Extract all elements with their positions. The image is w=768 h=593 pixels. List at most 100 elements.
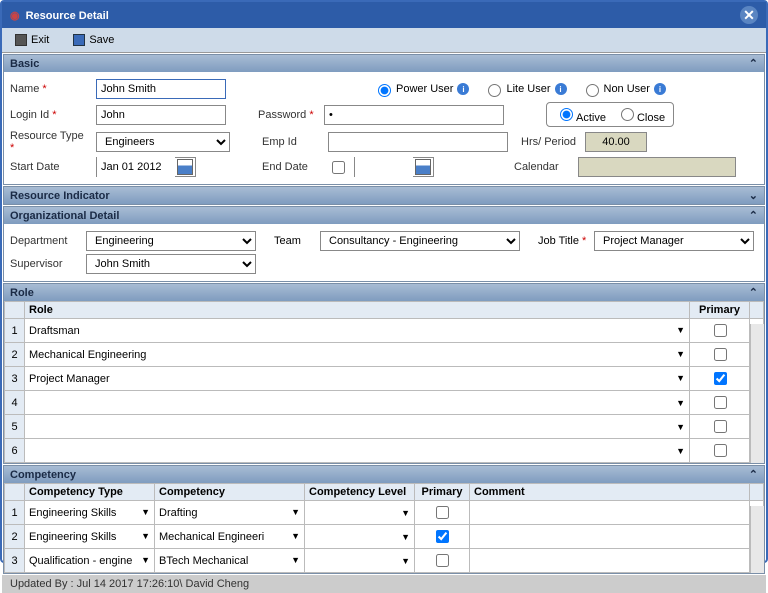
- org-panel: Organizational Detail ⌃ Department Engin…: [3, 206, 765, 282]
- toolbar: Exit Save: [2, 28, 766, 53]
- dept-select[interactable]: Engineering: [86, 231, 256, 251]
- title-label: Job Title *: [538, 235, 588, 247]
- row-number: 2: [5, 343, 25, 367]
- chevron-down-icon[interactable]: ▼: [676, 325, 685, 335]
- info-icon[interactable]: i: [457, 83, 469, 95]
- power-user-radio[interactable]: Power Useri: [373, 81, 469, 97]
- table-row: 4▼: [5, 391, 764, 415]
- comp-type-cell[interactable]: Engineering Skills▼: [25, 525, 155, 549]
- primary-checkbox[interactable]: [714, 348, 727, 361]
- role-header-label: Role: [10, 287, 34, 299]
- role-cell[interactable]: Mechanical Engineering▼: [25, 343, 690, 367]
- comp-level-cell[interactable]: ▼: [305, 501, 415, 525]
- comp-cell[interactable]: Drafting▼: [155, 501, 305, 525]
- comp-header-label: Competency: [10, 469, 76, 481]
- sup-label: Supervisor: [10, 258, 80, 270]
- end-date-enable-checkbox[interactable]: [332, 161, 345, 174]
- save-button[interactable]: Save: [66, 31, 121, 49]
- hrs-input: [585, 132, 647, 152]
- primary-checkbox[interactable]: [714, 420, 727, 433]
- table-row: 1Draftsman▼: [5, 319, 764, 343]
- indicator-header: Resource Indicator ⌄: [4, 187, 764, 204]
- team-select[interactable]: Consultancy - Engineering: [320, 231, 520, 251]
- start-date-input[interactable]: [96, 157, 196, 177]
- chevron-down-icon[interactable]: ▼: [141, 507, 150, 517]
- basic-header: Basic ⌃: [4, 55, 764, 72]
- info-icon[interactable]: i: [654, 83, 666, 95]
- close-icon[interactable]: ✕: [740, 6, 758, 24]
- close-radio[interactable]: Close: [616, 105, 665, 124]
- role-cell[interactable]: Project Manager▼: [25, 367, 690, 391]
- chevron-down-icon[interactable]: ▼: [401, 508, 410, 518]
- primary-col-header: Primary: [690, 302, 750, 319]
- active-radio[interactable]: Active: [555, 105, 606, 124]
- exit-button[interactable]: Exit: [8, 31, 56, 49]
- login-label: Login Id *: [10, 109, 90, 121]
- role-header: Role ⌃: [4, 284, 764, 301]
- table-row: 5▼: [5, 415, 764, 439]
- primary-checkbox[interactable]: [714, 324, 727, 337]
- chevron-down-icon[interactable]: ▼: [291, 531, 300, 541]
- expand-icon[interactable]: ⌄: [749, 189, 758, 202]
- comment-cell[interactable]: [470, 549, 750, 573]
- collapse-icon[interactable]: ⌃: [749, 468, 758, 481]
- restype-select[interactable]: Engineers: [96, 132, 230, 152]
- primary-checkbox[interactable]: [714, 372, 727, 385]
- role-cell[interactable]: ▼: [25, 439, 690, 463]
- table-row: 2Mechanical Engineering▼: [5, 343, 764, 367]
- primary-checkbox[interactable]: [714, 444, 727, 457]
- comment-cell[interactable]: [470, 501, 750, 525]
- title-select[interactable]: Project Manager: [594, 231, 754, 251]
- scrollbar[interactable]: [750, 324, 764, 463]
- end-date-input[interactable]: [354, 157, 434, 177]
- role-cell[interactable]: ▼: [25, 391, 690, 415]
- chevron-down-icon[interactable]: ▼: [676, 422, 685, 432]
- collapse-icon[interactable]: ⌃: [749, 57, 758, 70]
- row-number: 5: [5, 415, 25, 439]
- role-cell[interactable]: Draftsman▼: [25, 319, 690, 343]
- chevron-down-icon[interactable]: ▼: [401, 532, 410, 542]
- comp-level-cell[interactable]: ▼: [305, 525, 415, 549]
- chevron-down-icon[interactable]: ▼: [676, 398, 685, 408]
- role-col-header: Role: [25, 302, 690, 319]
- chevron-down-icon[interactable]: ▼: [291, 555, 300, 565]
- collapse-icon[interactable]: ⌃: [749, 286, 758, 299]
- basic-header-label: Basic: [10, 58, 39, 70]
- chevron-down-icon[interactable]: ▼: [291, 507, 300, 517]
- chevron-down-icon[interactable]: ▼: [141, 531, 150, 541]
- password-input[interactable]: [324, 105, 504, 125]
- comp-level-cell[interactable]: ▼: [305, 549, 415, 573]
- calendar-icon[interactable]: [415, 159, 431, 175]
- comp-cell[interactable]: Mechanical Engineeri▼: [155, 525, 305, 549]
- info-icon[interactable]: i: [555, 83, 567, 95]
- empid-input[interactable]: [328, 132, 508, 152]
- team-label: Team: [274, 235, 314, 247]
- sup-select[interactable]: John Smith: [86, 254, 256, 274]
- chevron-down-icon[interactable]: ▼: [401, 556, 410, 566]
- row-number: 1: [5, 319, 25, 343]
- primary-checkbox[interactable]: [436, 506, 449, 519]
- comp-cell[interactable]: BTech Mechanical▼: [155, 549, 305, 573]
- chevron-down-icon[interactable]: ▼: [676, 349, 685, 359]
- chevron-down-icon[interactable]: ▼: [141, 555, 150, 565]
- collapse-icon[interactable]: ⌃: [749, 209, 758, 222]
- login-input[interactable]: [96, 105, 226, 125]
- primary-checkbox[interactable]: [436, 530, 449, 543]
- row-number: 6: [5, 439, 25, 463]
- non-user-radio[interactable]: Non Useri: [581, 81, 666, 97]
- comp-type-cell[interactable]: Qualification - engine▼: [25, 549, 155, 573]
- primary-checkbox[interactable]: [436, 554, 449, 567]
- basic-panel: Basic ⌃ Name * Power Useri Lite Useri No…: [3, 54, 765, 185]
- comment-cell[interactable]: [470, 525, 750, 549]
- comp-type-cell[interactable]: Engineering Skills▼: [25, 501, 155, 525]
- comp-panel: Competency ⌃ Competency Type Competency …: [3, 465, 765, 574]
- chevron-down-icon[interactable]: ▼: [676, 373, 685, 383]
- status-box: Active Close: [546, 102, 674, 127]
- role-cell[interactable]: ▼: [25, 415, 690, 439]
- chevron-down-icon[interactable]: ▼: [676, 446, 685, 456]
- primary-checkbox[interactable]: [714, 396, 727, 409]
- name-input[interactable]: [96, 79, 226, 99]
- lite-user-radio[interactable]: Lite Useri: [483, 81, 566, 97]
- calendar-icon[interactable]: [177, 159, 193, 175]
- row-number: 3: [5, 367, 25, 391]
